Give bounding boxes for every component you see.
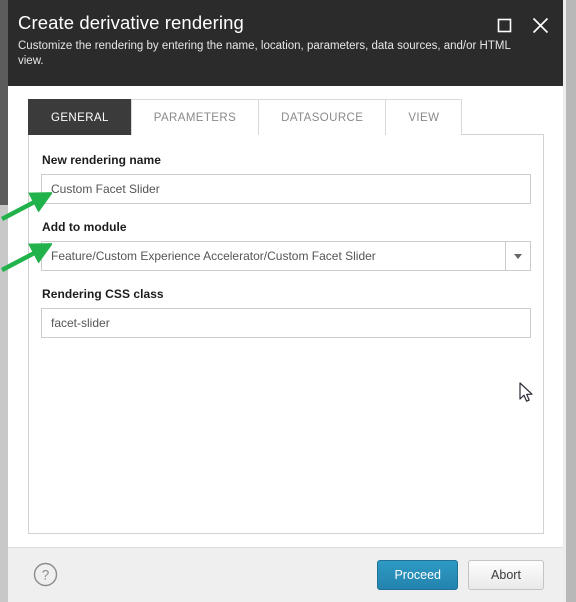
tab-parameters[interactable]: PARAMETERS <box>130 99 260 135</box>
page-root: Base template /sitecore/ Create derivati… <box>0 0 576 602</box>
add-to-module-input[interactable] <box>41 241 531 271</box>
chevron-down-icon[interactable] <box>505 242 530 270</box>
caret-shape <box>514 253 522 259</box>
footer-buttons: Proceed Abort <box>377 560 544 590</box>
general-tab-panel: New rendering name Add to module Renderi… <box>28 134 544 534</box>
close-icon[interactable] <box>531 16 549 34</box>
field-add-to-module: Add to module <box>41 220 531 271</box>
add-to-module-select-wrap <box>41 241 531 271</box>
tab-datasource[interactable]: DATASOURCE <box>258 99 387 135</box>
dialog-header: Create derivative rendering Customize th… <box>8 0 563 86</box>
background-left-strip-lower <box>0 205 8 602</box>
tab-bar: GENERAL PARAMETERS DATASOURCE VIEW <box>28 99 563 135</box>
dialog-title: Create derivative rendering <box>18 12 244 33</box>
new-rendering-name-input[interactable] <box>41 174 531 204</box>
rendering-css-class-label: Rendering CSS class <box>42 287 164 301</box>
field-new-rendering-name: New rendering name <box>41 153 531 204</box>
dialog-footer: ? Proceed Abort <box>8 547 563 602</box>
field-rendering-css-class: Rendering CSS class <box>41 287 531 338</box>
new-rendering-name-label: New rendering name <box>42 153 161 167</box>
help-icon[interactable]: ? <box>33 562 58 587</box>
dialog-subtitle: Customize the rendering by entering the … <box>18 40 511 67</box>
window-controls <box>495 16 549 34</box>
tab-general[interactable]: GENERAL <box>28 99 132 135</box>
proceed-button[interactable]: Proceed <box>377 560 458 590</box>
tab-view[interactable]: VIEW <box>385 99 463 135</box>
create-derivative-rendering-dialog: Create derivative rendering Customize th… <box>8 0 563 602</box>
background-right-scrollbar[interactable] <box>563 0 576 602</box>
add-to-module-label: Add to module <box>42 220 127 234</box>
rendering-css-class-input[interactable] <box>41 308 531 338</box>
abort-button[interactable]: Abort <box>468 560 544 590</box>
svg-text:?: ? <box>42 568 50 583</box>
maximize-icon[interactable] <box>495 16 513 34</box>
